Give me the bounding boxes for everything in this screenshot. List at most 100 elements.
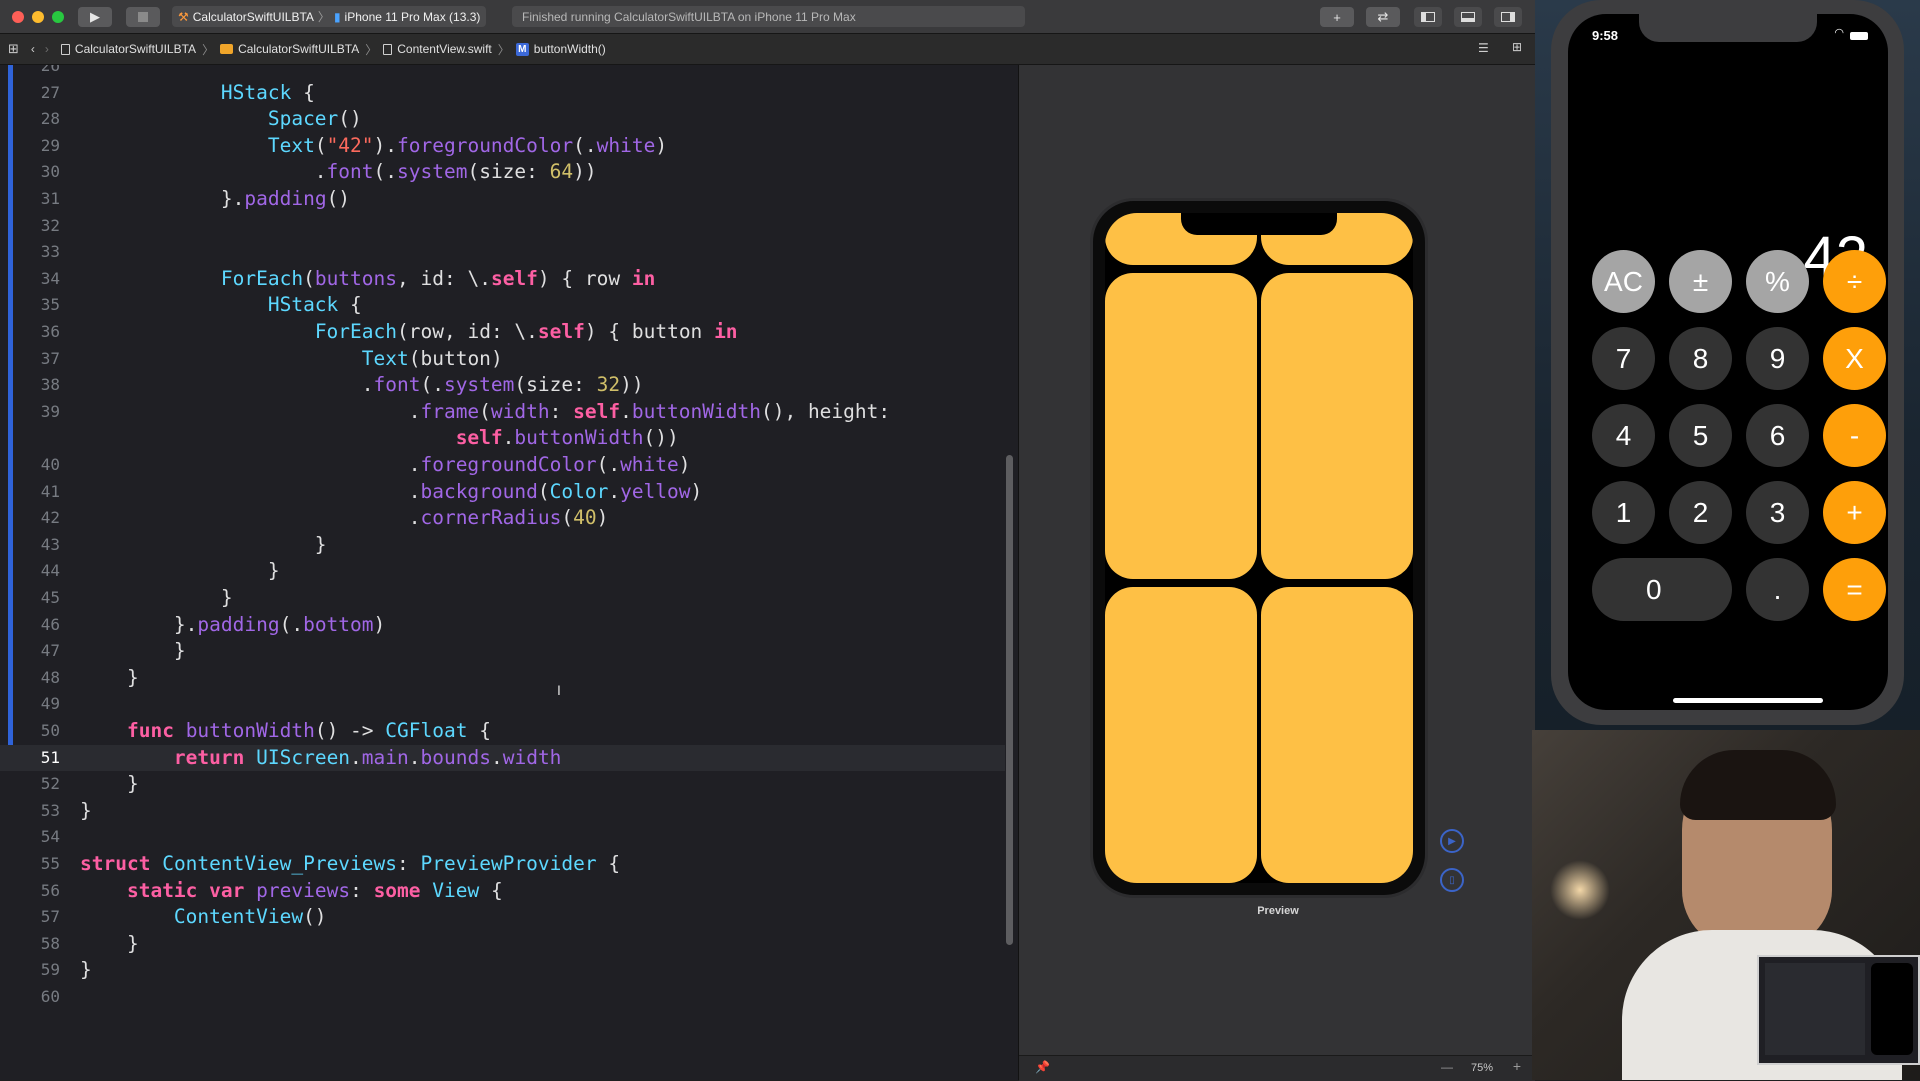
- calc-key[interactable]: =: [1823, 558, 1886, 621]
- calc-key[interactable]: 9: [1746, 327, 1809, 390]
- code-editor[interactable]: 26 27 HStack {28 Spacer() 29 Text("42").fo…: [0, 65, 1018, 1080]
- code-line[interactable]: 35 HStack {: [0, 292, 1005, 318]
- code-line[interactable]: 57 ContentView(): [0, 904, 1005, 930]
- code-line[interactable]: 60: [0, 984, 1005, 1010]
- calc-key[interactable]: X: [1823, 327, 1886, 390]
- calc-key[interactable]: %: [1746, 250, 1809, 313]
- code-line[interactable]: 41 .background(Color.yellow): [0, 479, 1005, 505]
- home-indicator[interactable]: [1673, 698, 1823, 703]
- line-number: 32: [40, 215, 60, 235]
- code-line[interactable]: 31 }.padding(): [0, 186, 1005, 212]
- code-review-button[interactable]: ⇄: [1366, 7, 1400, 27]
- scheme-target: CalculatorSwiftUILBTA: [192, 9, 314, 24]
- code-line[interactable]: 26: [0, 65, 1005, 79]
- chevron-right-icon: 〉: [497, 42, 510, 57]
- calc-key[interactable]: 2: [1669, 481, 1732, 544]
- run-button[interactable]: ▶: [78, 7, 112, 27]
- zoom-level[interactable]: 75%: [1471, 1062, 1493, 1074]
- line-number: 58: [40, 933, 60, 953]
- plus-icon: +: [1333, 9, 1341, 25]
- code-line[interactable]: 28 Spacer(): [0, 106, 1005, 132]
- calc-key[interactable]: 7: [1592, 327, 1655, 390]
- code-line[interactable]: 39 .frame(width: self.buttonWidth(), hei…: [0, 399, 1005, 425]
- calc-key[interactable]: ±: [1669, 250, 1732, 313]
- calc-key[interactable]: -: [1823, 404, 1886, 467]
- grid-icon[interactable]: ⊞: [8, 41, 19, 57]
- breadcrumb-project-label: CalculatorSwiftUILBTA: [74, 42, 197, 56]
- scheme-selector[interactable]: ⚒ CalculatorSwiftUILBTA 〉 ▮ iPhone 11 Pr…: [172, 6, 486, 27]
- play-circle-icon: ▶: [1448, 835, 1456, 847]
- calc-key[interactable]: 1: [1592, 481, 1655, 544]
- vertical-scrollbar[interactable]: [1006, 455, 1013, 945]
- calc-key[interactable]: 0: [1592, 558, 1732, 621]
- library-button[interactable]: +: [1320, 7, 1354, 27]
- code-line[interactable]: 50 func buttonWidth() -> CGFloat {: [0, 718, 1005, 744]
- code-line[interactable]: 56 static var previews: some View {: [0, 878, 1005, 904]
- calc-key[interactable]: AC: [1592, 250, 1655, 313]
- add-editor-icon[interactable]: ⊞: [1512, 40, 1522, 54]
- editor-options-icon[interactable]: ☰: [1478, 41, 1489, 55]
- code-line[interactable]: 44 }: [0, 558, 1005, 584]
- code-line[interactable]: 30 .font(.system(size: 64)): [0, 159, 1005, 185]
- zoom-out-button[interactable]: —: [1441, 1060, 1453, 1074]
- close-window-button[interactable]: [12, 11, 24, 23]
- code-line[interactable]: 27 HStack {: [0, 80, 1005, 106]
- code-line[interactable]: self.buttonWidth()): [0, 425, 1005, 451]
- calc-key[interactable]: 5: [1669, 404, 1732, 467]
- code-line[interactable]: 58 }: [0, 931, 1005, 957]
- breadcrumb-folder[interactable]: CalculatorSwiftUILBTA: [220, 42, 359, 56]
- code-line[interactable]: 40 .foregroundColor(.white): [0, 452, 1005, 478]
- breadcrumb-file[interactable]: ContentView.swift: [383, 42, 492, 56]
- code-line[interactable]: 47 }: [0, 638, 1005, 664]
- code-line[interactable]: 52 }: [0, 771, 1005, 797]
- code-line[interactable]: 49: [0, 691, 1005, 717]
- calc-key[interactable]: 3: [1746, 481, 1809, 544]
- preview-on-device-button[interactable]: ▯: [1440, 868, 1464, 892]
- code-line[interactable]: 42 .cornerRadius(40): [0, 505, 1005, 531]
- code-line[interactable]: 43 }: [0, 532, 1005, 558]
- code-line[interactable]: 48 }: [0, 665, 1005, 691]
- calc-key[interactable]: 6: [1746, 404, 1809, 467]
- calc-key[interactable]: ÷: [1823, 250, 1886, 313]
- code-line[interactable]: 32: [0, 213, 1005, 239]
- code-line[interactable]: 55 struct ContentView_Previews: PreviewPr…: [0, 851, 1005, 877]
- zoom-window-button[interactable]: [52, 11, 64, 23]
- code-text: .font(.system(size: 32)): [80, 373, 644, 397]
- zoom-in-button[interactable]: +: [1513, 1058, 1521, 1074]
- stop-button[interactable]: [126, 7, 160, 27]
- status-text: Finished running CalculatorSwiftUILBTA o…: [522, 9, 856, 24]
- canvas-bottom-bar: 📌 — 75% +: [1019, 1055, 1535, 1081]
- toggle-debug-area-button[interactable]: [1454, 7, 1482, 27]
- code-line[interactable]: 59}: [0, 957, 1005, 983]
- code-line[interactable]: 38 .font(.system(size: 32)): [0, 372, 1005, 398]
- line-number: 45: [40, 588, 60, 607]
- calc-key[interactable]: +: [1823, 481, 1886, 544]
- live-preview-button[interactable]: ▶: [1440, 829, 1464, 853]
- code-line[interactable]: 33: [0, 239, 1005, 265]
- presenter-hair: [1680, 750, 1836, 820]
- code-text: .frame(width: self.buttonWidth(), height…: [80, 399, 891, 423]
- code-line[interactable]: 53}: [0, 798, 1005, 824]
- line-number: 55: [40, 854, 60, 873]
- code-line[interactable]: 29 Text("42").foregroundColor(.white): [0, 133, 1005, 159]
- code-line[interactable]: 36 ForEach(row, id: \.self) { button in: [0, 319, 1005, 345]
- pin-icon[interactable]: 📌: [1035, 1060, 1050, 1074]
- back-icon[interactable]: ‹: [31, 42, 35, 56]
- code-line[interactable]: 51 return UIScreen.main.bounds.width: [0, 744, 1005, 771]
- minimize-window-button[interactable]: [32, 11, 44, 23]
- code-line[interactable]: 45 }: [0, 585, 1005, 611]
- breadcrumb-project[interactable]: CalculatorSwiftUILBTA: [60, 42, 197, 56]
- calc-key[interactable]: 8: [1669, 327, 1732, 390]
- calc-key[interactable]: 4: [1592, 404, 1655, 467]
- toggle-inspector-button[interactable]: [1494, 7, 1522, 27]
- code-line[interactable]: 46 }.padding(.bottom): [0, 612, 1005, 638]
- toggle-navigator-button[interactable]: [1414, 7, 1442, 27]
- code-line[interactable]: 34 ForEach(buttons, id: \.self) { row in: [0, 266, 1005, 292]
- breadcrumb-folder-label: CalculatorSwiftUILBTA: [238, 42, 360, 56]
- breadcrumb-symbol[interactable]: M buttonWidth(): [515, 42, 606, 56]
- forward-icon[interactable]: ›: [45, 42, 49, 56]
- code-line[interactable]: 54: [0, 824, 1005, 850]
- code-line[interactable]: 37 Text(button): [0, 346, 1005, 372]
- calc-key[interactable]: .: [1746, 558, 1809, 621]
- play-icon: ▶: [90, 9, 100, 24]
